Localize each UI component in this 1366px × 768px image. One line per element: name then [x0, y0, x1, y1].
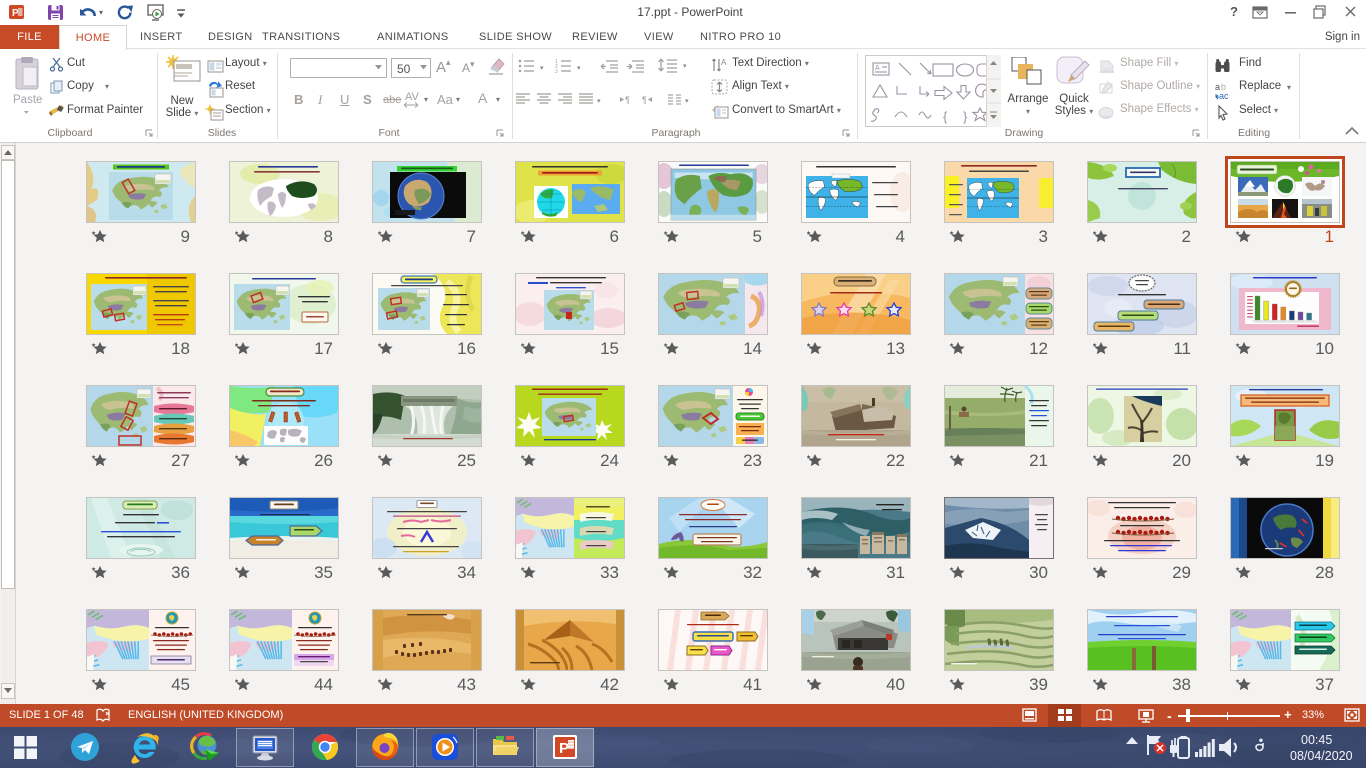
svg-text:¶: ¶: [642, 95, 647, 105]
svg-text:▾: ▾: [597, 98, 601, 105]
svg-text:P: P: [12, 8, 19, 19]
svg-text:▾: ▾: [685, 98, 689, 105]
svg-text:{: {: [943, 109, 948, 124]
svg-text:▾: ▾: [540, 65, 544, 72]
svg-text:A: A: [875, 65, 880, 72]
svg-text:08/04/2020: 08/04/2020: [1290, 749, 1353, 763]
svg-text:▾: ▾: [683, 63, 687, 70]
svg-text:3: 3: [555, 69, 558, 75]
svg-text:A: A: [721, 58, 727, 67]
svg-text:▾: ▾: [99, 8, 103, 17]
svg-text:P: P: [559, 740, 569, 757]
svg-text:00:45: 00:45: [1301, 733, 1332, 747]
svg-text:¶: ¶: [625, 95, 630, 105]
svg-text:ac: ac: [1219, 91, 1229, 101]
svg-text:}: }: [963, 109, 968, 124]
svg-text:▾: ▾: [577, 65, 581, 72]
